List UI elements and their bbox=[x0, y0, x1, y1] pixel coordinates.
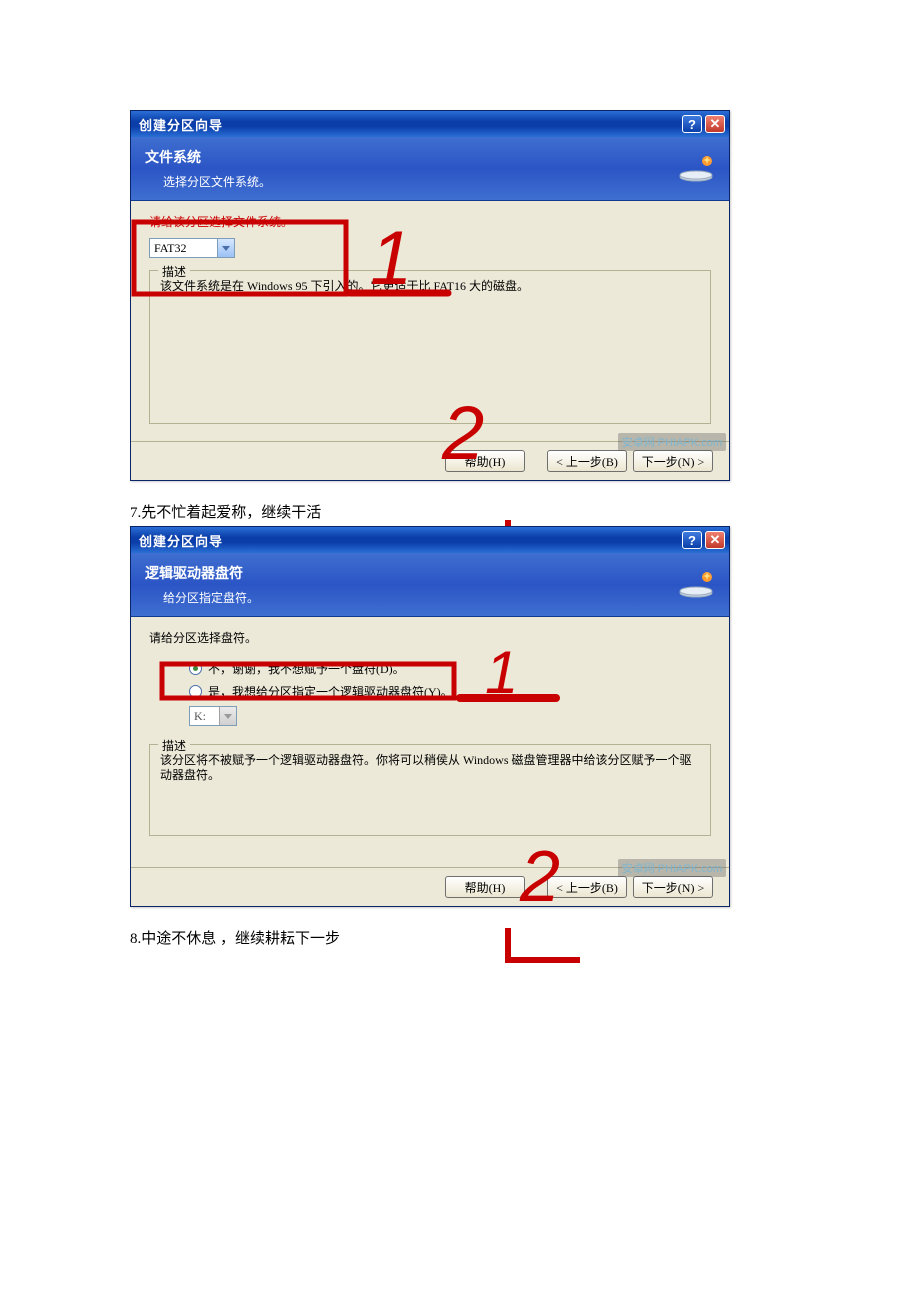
fieldset-legend: 描述 bbox=[158, 263, 190, 280]
body-area-2: 请给分区选择盘符。 不，谢谢，我不想赋予一个盘符(D)。 是，我想给分区指定一个… bbox=[131, 617, 729, 867]
caption-step7: 7.先不忙着起爱称，继续干活 bbox=[130, 501, 790, 522]
description-fieldset-1: 描述 该文件系统是在 Windows 95 下引入的。它更适于比 FAT16 大… bbox=[149, 270, 711, 424]
drive-letter-select[interactable]: K: bbox=[189, 706, 237, 726]
radio-no[interactable] bbox=[189, 662, 202, 675]
next-button[interactable]: 下一步(N) > bbox=[633, 876, 713, 898]
header-title: 文件系统 bbox=[145, 147, 715, 167]
dialog1-wrap: 创建分区向导 ? ✕ 文件系统 选择分区文件系统。 请给该分区选择文件系统。 bbox=[130, 110, 730, 481]
next-button[interactable]: 下一步(N) > bbox=[633, 450, 713, 472]
help-button[interactable]: 帮助(H) bbox=[445, 876, 525, 898]
window-title: 创建分区向导 bbox=[139, 115, 679, 134]
radio-no-row[interactable]: 不，谢谢，我不想赋予一个盘符(D)。 bbox=[149, 660, 711, 677]
help-title-button[interactable]: ? bbox=[682, 531, 702, 549]
watermark-2: 安卓网 PHIAPK.com bbox=[618, 859, 726, 877]
dialog2: 创建分区向导 ? ✕ 逻辑驱动器盘符 给分区指定盘符。 请给分区选择盘符。 bbox=[130, 526, 730, 907]
prompt-text: 请给该分区选择文件系统。 bbox=[149, 213, 711, 230]
header-subtitle: 选择分区文件系统。 bbox=[145, 173, 715, 190]
wizard-icon bbox=[677, 571, 715, 599]
titlebar-1: 创建分区向导 ? ✕ bbox=[131, 111, 729, 137]
header-subtitle: 给分区指定盘符。 bbox=[145, 589, 715, 606]
chevron-down-icon bbox=[219, 707, 236, 725]
wizard-header-2: 逻辑驱动器盘符 给分区指定盘符。 bbox=[131, 553, 729, 617]
radio-yes[interactable] bbox=[189, 685, 202, 698]
chevron-down-icon bbox=[217, 239, 234, 257]
document-page: 创建分区向导 ? ✕ 文件系统 选择分区文件系统。 请给该分区选择文件系统。 bbox=[0, 0, 920, 992]
wizard-icon bbox=[677, 155, 715, 183]
watermark-1: 安卓网 PHIAPK.com bbox=[618, 433, 726, 451]
description-text: 该文件系统是在 Windows 95 下引入的。它更适于比 FAT16 大的磁盘… bbox=[160, 279, 700, 294]
wizard-header-1: 文件系统 选择分区文件系统。 bbox=[131, 137, 729, 201]
drive-select-row: K: bbox=[149, 706, 711, 726]
body-area-1: 请给该分区选择文件系统。 FAT32 描述 该文件系统是在 Windows 95… bbox=[131, 201, 729, 441]
back-button[interactable]: < 上一步(B) bbox=[547, 450, 627, 472]
prompt-text: 请给分区选择盘符。 bbox=[149, 629, 711, 646]
help-button[interactable]: 帮助(H) bbox=[445, 450, 525, 472]
titlebar-2: 创建分区向导 ? ✕ bbox=[131, 527, 729, 553]
filesystem-select[interactable]: FAT32 bbox=[149, 238, 235, 258]
close-button[interactable]: ✕ bbox=[705, 115, 725, 133]
radio-yes-label: 是，我想给分区指定一个逻辑驱动器盘符(Y)。 bbox=[208, 683, 453, 700]
description-text: 该分区将不被赋予一个逻辑驱动器盘符。你将可以稍侯从 Windows 磁盘管理器中… bbox=[160, 753, 700, 783]
window-title: 创建分区向导 bbox=[139, 531, 679, 550]
dialog2-wrap: 创建分区向导 ? ✕ 逻辑驱动器盘符 给分区指定盘符。 请给分区选择盘符。 bbox=[130, 526, 730, 907]
help-title-button[interactable]: ? bbox=[682, 115, 702, 133]
filesystem-value: FAT32 bbox=[154, 241, 186, 256]
back-button[interactable]: < 上一步(B) bbox=[547, 876, 627, 898]
radio-no-label: 不，谢谢，我不想赋予一个盘符(D)。 bbox=[208, 660, 405, 677]
close-button[interactable]: ✕ bbox=[705, 531, 725, 549]
fieldset-legend: 描述 bbox=[158, 737, 190, 754]
header-title: 逻辑驱动器盘符 bbox=[145, 563, 715, 583]
caption-step8: 8.中途不休息 ，继续耕耘下一步 bbox=[130, 927, 790, 948]
drive-letter-value: K: bbox=[194, 709, 206, 724]
radio-yes-row[interactable]: 是，我想给分区指定一个逻辑驱动器盘符(Y)。 bbox=[149, 683, 711, 700]
dialog1: 创建分区向导 ? ✕ 文件系统 选择分区文件系统。 请给该分区选择文件系统。 bbox=[130, 110, 730, 481]
description-fieldset-2: 描述 该分区将不被赋予一个逻辑驱动器盘符。你将可以稍侯从 Windows 磁盘管… bbox=[149, 744, 711, 836]
